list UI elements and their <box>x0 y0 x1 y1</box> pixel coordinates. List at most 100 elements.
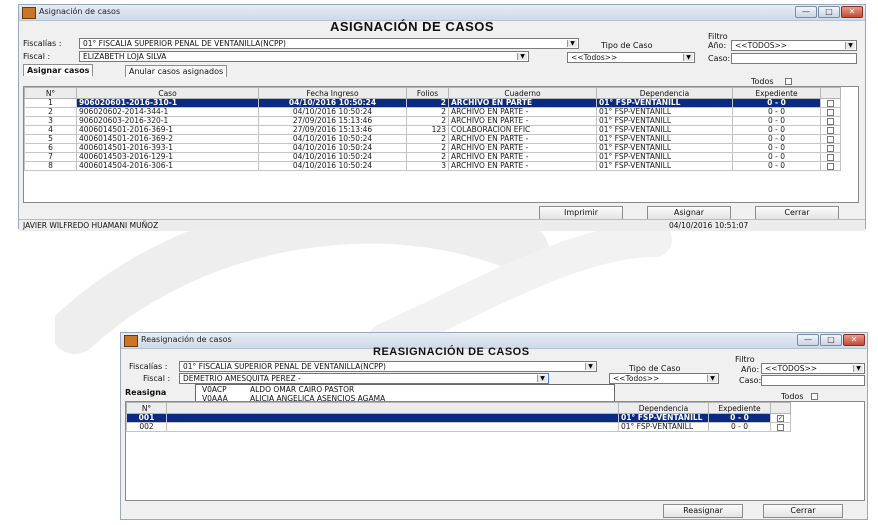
cell-folios: 2 <box>406 116 449 126</box>
cell-fecha: 04/10/2016 10:50:24 <box>258 134 407 144</box>
maximize-button[interactable]: □ <box>820 334 842 346</box>
tipo-caso-select[interactable]: <<Todos>> ▼ <box>567 52 695 63</box>
status-user: JAVIER WILFREDO HUAMANI MUÑOZ <box>23 221 159 230</box>
row-checkbox[interactable] <box>777 423 784 431</box>
row-checkbox-cell <box>820 107 841 117</box>
table-row[interactable]: 002 01° FSP-VENTANILL 0 - 0 <box>126 422 791 432</box>
table-row[interactable]: 5 4006014501-2016-369-2 04/10/2016 10:50:2… <box>24 134 841 144</box>
empty-cell <box>597 189 733 198</box>
cell-n: 001 <box>126 413 167 423</box>
empty-cell <box>449 180 597 189</box>
cell-caso: 4006014503-2016-129-1 <box>76 152 259 162</box>
cell-fecha: 27/09/2016 15:13:46 <box>258 125 407 135</box>
col-expediente[interactable]: Expediente <box>732 87 821 99</box>
row-checkbox[interactable] <box>827 117 834 125</box>
table-row[interactable]: 7 4006014503-2016-129-1 04/10/2016 10:50:2… <box>24 152 841 162</box>
cell-cuaderno: ARCHIVO EN PARTE <box>448 98 597 108</box>
minimize-button[interactable]: — <box>797 334 819 346</box>
close-button[interactable]: ✕ <box>843 334 865 346</box>
table-row[interactable]: 6 4006014501-2016-393-1 04/10/2016 10:50:2… <box>24 143 841 153</box>
tab-asignar-casos[interactable]: Asignar casos <box>23 64 94 76</box>
fiscalias-select[interactable]: 01° FISCALIA SUPERIOR PENAL DE VENTANILL… <box>79 38 579 49</box>
anio-select[interactable]: <<TODOS>> ▼ <box>761 363 865 374</box>
anio-label: Año: <box>708 41 727 50</box>
cell-dependencia: 01° FSP-VENTANILL <box>618 422 709 432</box>
empty-cell <box>821 189 841 198</box>
fiscalias-select[interactable]: 01° FISCALIA SUPERIOR PENAL DE VENTANILL… <box>179 361 597 372</box>
cell-hidden <box>166 413 619 423</box>
app-icon <box>124 335 138 347</box>
empty-cell <box>821 171 841 180</box>
fiscalias-label: Fiscalías : <box>129 362 168 371</box>
cerrar-button[interactable]: Cerrar <box>763 504 843 518</box>
cell-fecha: 04/10/2016 10:50:24 <box>258 143 407 153</box>
cell-expediente: 0 - 0 <box>732 161 821 171</box>
table-row[interactable]: 2 906020602-2014-344-1 04/10/2016 10:50:24… <box>24 107 841 117</box>
empty-cell <box>259 189 407 198</box>
chevron-down-icon: ▼ <box>517 53 527 60</box>
col-dependencia[interactable]: Dependencia <box>596 87 733 99</box>
empty-row <box>25 180 841 189</box>
cell-expediente: 0 - 0 <box>732 125 821 135</box>
close-button[interactable]: ✕ <box>841 6 863 18</box>
cell-fecha: 04/10/2016 10:50:24 <box>258 107 407 117</box>
status-time: 04/10/2016 10:51:07 <box>669 221 749 230</box>
fiscal-select[interactable]: ELIZABETH LOJA SILVA ▼ <box>79 51 529 62</box>
cell-cuaderno: ARCHIVO EN PARTE - <box>448 134 597 144</box>
col-expediente[interactable]: Expediente <box>708 402 771 414</box>
fiscal-option[interactable]: V0ACP ALDO OMAR CAIRO PASTOR <box>196 385 614 394</box>
reasignar-button[interactable]: Reasignar <box>663 504 743 518</box>
col-folios[interactable]: Folios <box>406 87 449 99</box>
tipo-caso-select[interactable]: <<Todos>> ▼ <box>609 373 719 384</box>
asignar-button[interactable]: Asignar <box>647 206 731 220</box>
col-n[interactable]: N° <box>24 87 77 99</box>
empty-cell <box>733 189 821 198</box>
col-n[interactable]: N° <box>126 402 167 414</box>
imprimir-button[interactable]: Imprimir <box>539 206 623 220</box>
row-checkbox[interactable] <box>827 135 834 143</box>
row-checkbox[interactable] <box>827 126 834 134</box>
cell-dependencia: 01° FSP-VENTANILL <box>596 116 733 126</box>
fiscal-select[interactable]: DEMETRIO AMESQUITA PEREZ - ▼ <box>179 373 549 384</box>
caso-input[interactable] <box>731 53 857 64</box>
row-checkbox-cell <box>770 422 791 432</box>
col-dependencia[interactable]: Dependencia <box>618 402 709 414</box>
row-checkbox[interactable] <box>827 144 834 152</box>
cell-folios: 2 <box>406 143 449 153</box>
window-title: Reasignación de casos <box>141 335 232 344</box>
table-row[interactable]: 3 906020603-2016-320-1 27/09/2016 15:13:46… <box>24 116 841 126</box>
filtro-label: Filtro <box>735 355 755 364</box>
empty-cell <box>25 171 77 180</box>
row-checkbox-cell <box>820 98 841 108</box>
caso-input[interactable] <box>761 375 865 386</box>
row-checkbox[interactable] <box>827 162 834 170</box>
col-caso[interactable]: Caso <box>76 87 259 99</box>
cell-n: 6 <box>24 143 77 153</box>
empty-cell <box>449 171 597 180</box>
row-checkbox[interactable] <box>827 153 834 161</box>
row-checkbox-cell <box>820 143 841 153</box>
col-fecha[interactable]: Fecha Ingreso <box>258 87 407 99</box>
col-cuaderno[interactable]: Cuaderno <box>448 87 597 99</box>
todos-checkbox[interactable] <box>811 393 818 400</box>
window-title: Asignación de casos <box>39 7 121 16</box>
cell-n: 5 <box>24 134 77 144</box>
maximize-button[interactable]: □ <box>818 6 840 18</box>
table-row[interactable]: 8 4006014504-2016-306-1 04/10/2016 10:50:2… <box>24 161 841 171</box>
row-checkbox[interactable] <box>827 99 834 107</box>
minimize-button[interactable]: — <box>795 6 817 18</box>
cerrar-button[interactable]: Cerrar <box>755 206 839 220</box>
cell-fecha: 04/10/2016 10:50:24 <box>258 152 407 162</box>
cell-n: 3 <box>24 116 77 126</box>
reasigna-tab-label[interactable]: Reasigna <box>125 388 166 397</box>
table-row[interactable]: 001 01° FSP-VENTANILL 0 - 0 ✓ <box>126 413 791 423</box>
row-checkbox[interactable]: ✓ <box>777 414 784 422</box>
fiscal-option-code: V0ACP <box>202 385 227 394</box>
table-row[interactable]: 1 906020601-2016-310-1 04/10/2016 10:50:24… <box>24 98 841 108</box>
table-row[interactable]: 4 4006014501-2016-369-1 27/09/2016 15:13:4… <box>24 125 841 135</box>
row-checkbox[interactable] <box>827 108 834 116</box>
tab-anular-casos[interactable]: Anular casos asignados <box>125 65 228 77</box>
anio-select[interactable]: <<TODOS>> ▼ <box>731 40 857 51</box>
cell-cuaderno: ARCHIVO EN PARTE - <box>448 161 597 171</box>
todos-checkbox[interactable] <box>785 78 792 85</box>
